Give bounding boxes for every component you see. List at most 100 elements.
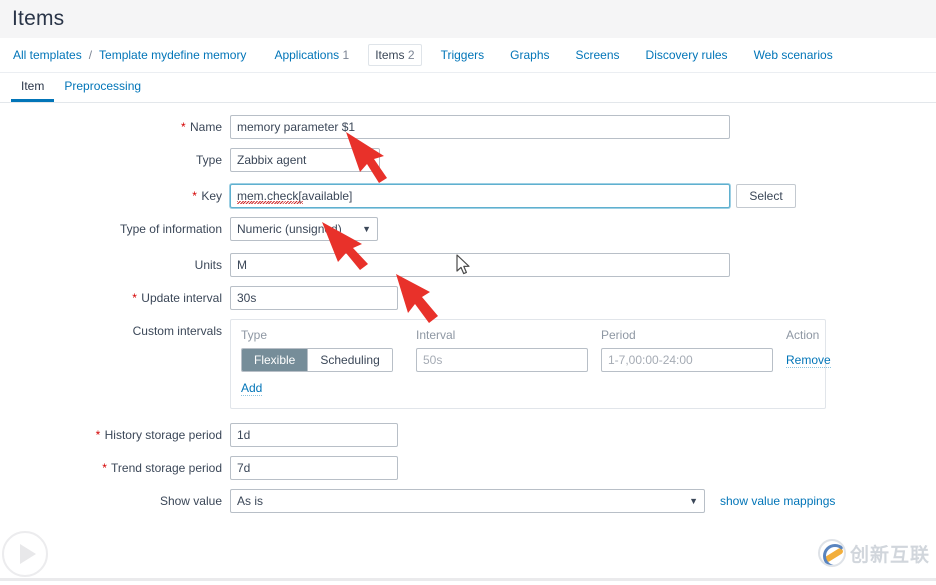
row-history-storage-period: * History storage period bbox=[0, 423, 936, 447]
tab-item[interactable]: Item bbox=[11, 75, 55, 102]
type-of-information-control: Numeric (unsigned) ▼ bbox=[230, 217, 936, 244]
show-value-label: Show value bbox=[159, 494, 222, 508]
units-control bbox=[230, 253, 936, 277]
breadcrumb-item-items-label: Items bbox=[375, 48, 405, 62]
key-label-text: Key bbox=[201, 189, 222, 203]
zabbix-item-config-screen: Items All templates / Template mydefine … bbox=[0, 0, 936, 585]
type-select[interactable]: Zabbix agent ▼ bbox=[230, 148, 380, 172]
period-input[interactable] bbox=[601, 348, 773, 372]
watermark: 创新互联 bbox=[817, 539, 930, 567]
name-label: * Name bbox=[0, 115, 230, 134]
units-label: Units bbox=[194, 258, 222, 272]
breadcrumb-template-name[interactable]: Template mydefine memory bbox=[97, 45, 248, 65]
interval-type-segmented-control: Flexible Scheduling bbox=[241, 348, 393, 372]
play-button-icon[interactable] bbox=[2, 531, 48, 577]
tab-preprocessing[interactable]: Preprocessing bbox=[54, 75, 151, 102]
chevron-down-icon: ▼ bbox=[362, 224, 371, 234]
breadcrumb-item-applications-label: Applications bbox=[274, 48, 340, 62]
row-show-value: Show value As is ▼ show value mappings bbox=[0, 489, 936, 513]
history-storage-period-control bbox=[230, 423, 936, 447]
trend-storage-period-required-marker: * bbox=[102, 461, 107, 475]
type-of-information-select-value: Numeric (unsigned) bbox=[237, 222, 342, 236]
update-interval-label: * Update interval bbox=[0, 286, 230, 305]
row-units: Units bbox=[0, 253, 936, 277]
trend-storage-period-label: * Trend storage period bbox=[0, 456, 230, 475]
custom-intervals-control: Type Interval Period Action Flexible Sch… bbox=[230, 319, 936, 409]
show-value-mappings-link[interactable]: show value mappings bbox=[720, 489, 835, 513]
units-input[interactable] bbox=[230, 253, 730, 277]
interval-cell bbox=[416, 348, 601, 372]
show-value-control: As is ▼ show value mappings bbox=[230, 489, 936, 513]
history-storage-period-required-marker: * bbox=[95, 428, 101, 442]
key-input[interactable] bbox=[230, 184, 730, 208]
column-header-action: Action bbox=[786, 328, 820, 342]
row-trend-storage-period: * Trend storage period bbox=[0, 456, 936, 480]
item-form: * Name Type Zabbix agent ▼ * Key bbox=[0, 103, 936, 513]
breadcrumb-item-applications[interactable]: Applications 1 bbox=[267, 44, 356, 66]
row-update-interval: * Update interval bbox=[0, 286, 936, 310]
update-interval-control bbox=[230, 286, 936, 310]
show-value-select-value: As is bbox=[237, 494, 264, 508]
row-custom-intervals: Custom intervals Type Interval Period Ac… bbox=[0, 319, 936, 409]
breadcrumb-item-graphs[interactable]: Graphs bbox=[503, 44, 556, 66]
custom-intervals-label: Custom intervals bbox=[132, 324, 222, 338]
key-input-wrap bbox=[230, 184, 730, 208]
video-progress-bar[interactable] bbox=[0, 578, 936, 581]
row-type-of-information: Type of information Numeric (unsigned) ▼ bbox=[0, 217, 936, 244]
row-key: * Key Select bbox=[0, 184, 936, 208]
trend-storage-period-control bbox=[230, 456, 936, 480]
interval-type-scheduling-option[interactable]: Scheduling bbox=[307, 349, 392, 371]
column-header-period: Period bbox=[601, 328, 636, 342]
breadcrumb-item-triggers[interactable]: Triggers bbox=[434, 44, 492, 66]
remove-interval-link[interactable]: Remove bbox=[786, 353, 831, 368]
breadcrumb-item-items[interactable]: Items 2 bbox=[368, 44, 422, 66]
action-cell: Remove bbox=[786, 353, 846, 368]
update-interval-input[interactable] bbox=[230, 286, 398, 310]
breadcrumb-item-web-scenarios[interactable]: Web scenarios bbox=[747, 44, 840, 66]
type-select-value: Zabbix agent bbox=[237, 153, 307, 167]
row-type: Type Zabbix agent ▼ bbox=[0, 148, 936, 175]
play-triangle-icon bbox=[19, 544, 36, 564]
key-control: Select bbox=[230, 184, 936, 208]
column-header-type: Type bbox=[241, 328, 268, 342]
name-control bbox=[230, 115, 936, 139]
type-of-information-select[interactable]: Numeric (unsigned) ▼ bbox=[230, 217, 378, 241]
breadcrumb-item-items-count: 2 bbox=[407, 48, 415, 62]
breadcrumb: All templates / Template mydefine memory… bbox=[0, 38, 936, 73]
name-required-marker: * bbox=[180, 120, 186, 134]
page-title: Items bbox=[12, 7, 65, 30]
page-header: Items bbox=[0, 0, 936, 38]
breadcrumb-item-discovery-rules[interactable]: Discovery rules bbox=[639, 44, 735, 66]
row-name: * Name bbox=[0, 115, 936, 139]
breadcrumb-all-templates[interactable]: All templates bbox=[11, 45, 84, 65]
history-storage-period-label-text: History storage period bbox=[104, 428, 222, 442]
watermark-text: 创新互联 bbox=[849, 543, 930, 566]
name-label-text: Name bbox=[189, 120, 222, 134]
custom-intervals-row: Flexible Scheduling Remove bbox=[241, 348, 831, 372]
chevron-down-icon: ▼ bbox=[689, 496, 698, 506]
key-select-button[interactable]: Select bbox=[736, 184, 796, 208]
key-required-marker: * bbox=[192, 189, 197, 203]
interval-type-flexible-option[interactable]: Flexible bbox=[242, 349, 308, 371]
update-interval-required-marker: * bbox=[132, 291, 137, 305]
form-tabs: Item Preprocessing bbox=[0, 73, 936, 103]
custom-intervals-table: Type Interval Period Action Flexible Sch… bbox=[230, 319, 831, 409]
breadcrumb-separator: / bbox=[88, 48, 93, 62]
type-of-information-label: Type of information bbox=[119, 222, 222, 236]
name-input[interactable] bbox=[230, 115, 730, 139]
interval-input[interactable] bbox=[416, 348, 588, 372]
column-header-interval: Interval bbox=[416, 328, 456, 342]
key-label: * Key bbox=[0, 184, 230, 203]
chevron-down-icon: ▼ bbox=[364, 155, 373, 165]
interval-type-toggle: Flexible Scheduling bbox=[241, 348, 416, 372]
add-interval-link[interactable]: Add bbox=[241, 381, 263, 396]
trend-storage-period-label-text: Trend storage period bbox=[111, 461, 222, 475]
show-value-select[interactable]: As is ▼ bbox=[230, 489, 705, 513]
period-cell bbox=[601, 348, 786, 372]
trend-storage-period-input[interactable] bbox=[230, 456, 398, 480]
custom-intervals-header-row: Type Interval Period Action bbox=[241, 328, 819, 348]
breadcrumb-item-screens[interactable]: Screens bbox=[569, 44, 627, 66]
watermark-logo-icon bbox=[817, 539, 846, 567]
update-interval-label-text: Update interval bbox=[141, 291, 222, 305]
history-storage-period-input[interactable] bbox=[230, 423, 398, 447]
